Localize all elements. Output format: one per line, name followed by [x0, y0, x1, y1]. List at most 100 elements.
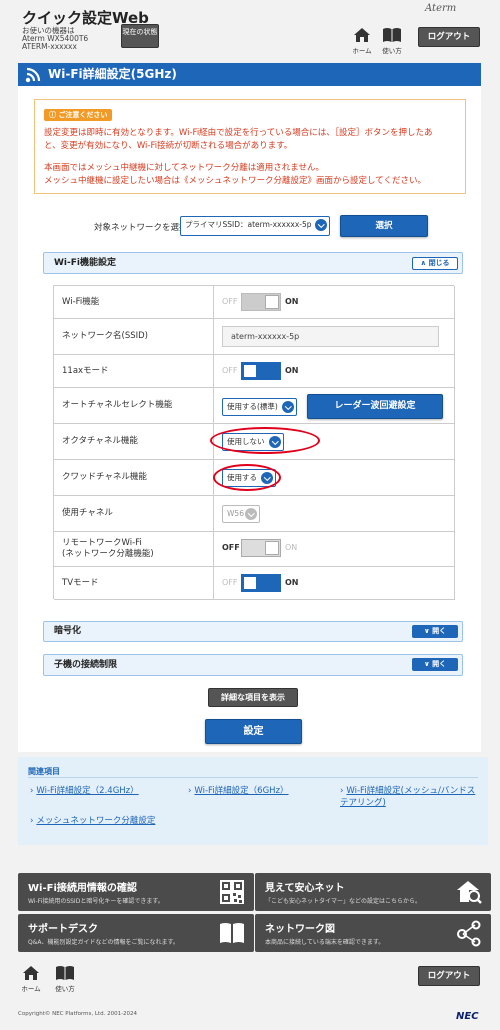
table-row: TVモード OFF ON [54, 567, 455, 600]
show-details-button[interactable]: 詳細な項目を表示 [208, 688, 298, 707]
support-desk-tile[interactable]: サポートデスク Q&A、機能別設定ガイドなどの情報をご覧になれます。 [18, 914, 254, 952]
link-wifi-2-4ghz[interactable]: Wi-Fi詳細設定（2.4GHz） [30, 785, 138, 797]
tile-desc: 本商品に接続している端末を確認できます。 [265, 939, 385, 946]
select-network-button[interactable]: 選択 [340, 215, 428, 237]
quad-channel-label: クワッドチャネル機能 [54, 460, 214, 495]
copyright: Copyright© NEC Platforms, Ltd. 2001-2024 [18, 1011, 138, 1017]
on-text: ON [285, 297, 299, 306]
tv-mode-label: TVモード [54, 567, 214, 599]
channel-select: W56 [222, 505, 260, 523]
network-select-label: 対象ネットワークを選択 [94, 223, 188, 233]
home-label: ホーム [352, 47, 372, 55]
chevron-down-icon [282, 401, 294, 413]
link-wifi-6ghz[interactable]: Wi-Fi詳細設定（6GHz） [188, 785, 288, 797]
chevron-down-icon [315, 219, 327, 231]
11ax-mode-label: 11axモード [54, 355, 214, 387]
wifi-function-label: Wi-Fi機能 [54, 286, 214, 318]
toggle-knob [243, 364, 257, 378]
logout-button[interactable]: ログアウト [418, 27, 480, 47]
remote-work-label: リモートワークWi-Fi (ネットワーク分離機能) [54, 532, 214, 566]
network-select-value: プライマリSSID：aterm-xxxxxx-5p [185, 220, 312, 229]
brand-logo: Aterm [425, 3, 457, 14]
home-icon [354, 28, 370, 42]
client-restriction-section-header[interactable]: 子機の接続制限 [43, 654, 463, 676]
network-select[interactable]: プライマリSSID：aterm-xxxxxx-5p [180, 216, 330, 236]
table-row: リモートワークWi-Fi (ネットワーク分離機能) OFF ON [54, 532, 455, 567]
footer-home-button[interactable]: ホーム [19, 965, 43, 993]
ssid-label: ネットワーク名(SSID) [54, 319, 214, 354]
footer-help-button[interactable]: 使い方 [53, 965, 77, 993]
tile-title: ネットワーク図 [265, 924, 335, 935]
off-text: OFF [222, 366, 238, 375]
apply-button[interactable]: 設定 [205, 719, 302, 744]
mieru-anshin-net-tile[interactable]: 見えて安心ネット 「こども安心ネットタイマー」などの設定はこちらから。 [255, 873, 491, 911]
highlight-ring-octa [210, 427, 320, 454]
on-text: ON [285, 366, 299, 375]
wifi-info-tile[interactable]: Wi-Fi接続用情報の確認 Wi-Fi接続用のSSIDと暗号化キーを確認できます… [18, 873, 254, 911]
tile-desc: Q&A、機能別設定ガイドなどの情報をご覧になれます。 [28, 939, 179, 946]
table-row: オートチャネルセレクト機能 使用する(標準) レーダー波回避設定 [54, 388, 455, 424]
table-row: ネットワーク名(SSID) aterm-xxxxxx-5p [54, 319, 455, 355]
tv-mode-toggle[interactable] [241, 574, 281, 592]
help-label: 使い方 [55, 985, 75, 993]
auto-channel-label: オートチャネルセレクト機能 [54, 388, 214, 423]
table-row: Wi-Fi機能 OFF ON [54, 286, 455, 319]
on-text: ON [285, 578, 299, 587]
status-button[interactable]: 現在の状態 [121, 24, 159, 48]
channel-value: W56 [227, 509, 244, 518]
home-label: ホーム [21, 985, 41, 993]
notice-line-2: と、変更が有効になり、Wi-Fi接続が切断される場合があります。 [44, 141, 293, 151]
link-mesh-network-separation[interactable]: メッシュネットワーク分離設定 [30, 815, 155, 827]
tile-title: Wi-Fi接続用情報の確認 [28, 883, 137, 894]
book-icon [56, 966, 74, 980]
wifi-settings-section-header[interactable]: Wi-Fi機能設定 [43, 252, 463, 274]
open-encryption-button[interactable]: ∨ 開く [412, 625, 458, 638]
remote-work-toggle[interactable] [241, 539, 281, 557]
radar-avoidance-button[interactable]: レーダー波回避設定 [307, 394, 443, 419]
wifi-function-toggle[interactable] [241, 293, 281, 311]
notice-box: ⓘ ご注意ください 設定変更は即時に有効となります。Wi-Fi経由で設定を行って… [34, 99, 466, 194]
tile-title: サポートデスク [28, 924, 98, 935]
notice-tag: ⓘ ご注意ください [44, 109, 113, 121]
footer-logout-button[interactable]: ログアウト [418, 966, 480, 986]
highlight-ring-quad [213, 464, 281, 491]
wifi-icon [25, 67, 41, 83]
header: クイック設定Web お使いの機器は Aterm WX5400T6 ATERM-x… [0, 0, 500, 58]
home-search-icon [457, 881, 482, 904]
client-restriction-section-title: 子機の接続制限 [54, 660, 118, 670]
related-title: 関連項目 [28, 767, 60, 776]
wifi-settings-section-title: Wi-Fi機能設定 [54, 258, 116, 268]
encryption-section-header[interactable]: 暗号化 [43, 621, 463, 642]
off-text: OFF [222, 297, 238, 306]
divider [28, 777, 478, 778]
channel-label: 使用チャネル [54, 496, 214, 531]
home-button[interactable]: ホーム [350, 27, 374, 55]
ssid-field[interactable]: aterm-xxxxxx-5p [222, 326, 439, 347]
page-title: Wi-Fi詳細設定(5GHz) [48, 67, 177, 81]
11ax-mode-toggle[interactable] [241, 362, 281, 380]
table-row: 11axモード OFF ON [54, 355, 455, 388]
book-icon [383, 28, 401, 42]
page-title-bar: Wi-Fi詳細設定(5GHz) [18, 63, 481, 86]
tile-desc: Wi-Fi接続用のSSIDと暗号化キーを確認できます。 [28, 898, 164, 905]
open-client-restriction-button[interactable]: ∨ 開く [412, 658, 458, 671]
link-wifi-mesh[interactable]: Wi-Fi詳細設定(メッシュ/バンドステアリング) [340, 785, 480, 809]
network-icon [457, 920, 481, 947]
chevron-down-icon [245, 508, 257, 520]
toggle-knob [265, 541, 279, 555]
qr-code-icon [220, 880, 244, 904]
toggle-knob [265, 295, 279, 309]
remote-work-label-line1: リモートワークWi-Fi [62, 538, 142, 548]
auto-channel-select[interactable]: 使用する(標準) [222, 398, 297, 416]
tile-title: 見えて安心ネット [265, 883, 345, 894]
device-name: ATERM-xxxxxx [22, 42, 77, 51]
network-map-tile[interactable]: ネットワーク図 本商品に接続している端末を確認できます。 [255, 914, 491, 952]
related-links-panel: 関連項目 Wi-Fi詳細設定（2.4GHz） Wi-Fi詳細設定（6GHz） W… [18, 757, 488, 845]
close-section-button[interactable]: ∧ 閉じる [412, 257, 458, 270]
remote-work-label-line2: (ネットワーク分離機能) [62, 549, 154, 559]
help-button[interactable]: 使い方 [380, 27, 404, 55]
notice-line-1: 設定変更は即時に有効となります。Wi-Fi経由で設定を行っている場合には、［設定… [44, 128, 433, 138]
encryption-section-title: 暗号化 [54, 626, 82, 636]
book-icon [220, 923, 244, 943]
tile-desc: 「こども安心ネットタイマー」などの設定はこちらから。 [265, 898, 422, 905]
